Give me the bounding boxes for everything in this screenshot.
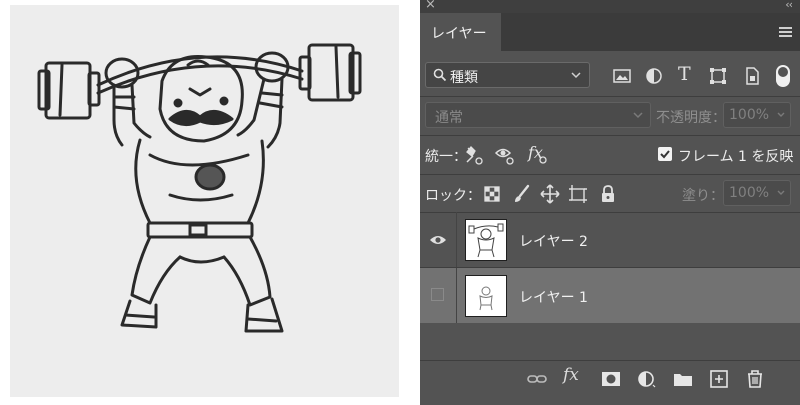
lock-transparent-icon[interactable] xyxy=(482,184,502,204)
tab-bar: レイヤー xyxy=(420,13,800,51)
fill-label: 塗り： xyxy=(682,188,724,204)
type-filter-icon[interactable]: T xyxy=(678,63,698,85)
blend-mode-value: 通常 xyxy=(435,110,463,126)
layer-thumbnail xyxy=(465,275,507,317)
lock-position-icon[interactable] xyxy=(540,184,560,204)
add-mask-icon[interactable] xyxy=(600,369,622,389)
layer-thumbnail-drawing xyxy=(479,286,493,311)
hamburger-menu-icon[interactable] xyxy=(779,27,792,37)
divider xyxy=(420,174,800,175)
smart-object-filter-icon[interactable] xyxy=(742,66,762,86)
collapse-panel-icon[interactable]: ‹‹ xyxy=(785,0,793,12)
checkmark-icon xyxy=(660,150,670,159)
weightlifter-sketch xyxy=(37,43,362,333)
unify-position-icon[interactable] xyxy=(464,144,486,166)
fill-value: 100% xyxy=(729,185,770,201)
unify-label: 統一： xyxy=(425,149,467,165)
layer-name[interactable]: レイヤー 1 xyxy=(519,287,588,307)
propagate-frame-label: フレーム 1 を反映 xyxy=(678,149,794,165)
propagate-frame-checkbox[interactable] xyxy=(658,147,672,161)
document-canvas[interactable] xyxy=(0,0,400,405)
new-group-icon[interactable] xyxy=(672,369,694,389)
divider xyxy=(456,212,457,267)
artboard xyxy=(10,5,399,397)
unify-row: 統一： fx フレーム 1 を反映 xyxy=(420,141,800,169)
panel-title-bar: × ‹‹ xyxy=(420,0,800,13)
hidden-visibility-box xyxy=(431,288,444,301)
layer-name[interactable]: レイヤー 2 xyxy=(519,231,588,251)
link-badge-icon xyxy=(539,156,547,164)
layer-thumbnail-drawing xyxy=(468,223,504,258)
divider xyxy=(456,268,457,323)
layers-panel: × ‹‹ レイヤー 種類 T 通常 不透明度： 100% 統一： fx フレーム… xyxy=(420,0,800,405)
layer-row[interactable]: レイヤー 2 xyxy=(420,212,800,267)
link-layers-icon[interactable] xyxy=(526,369,548,389)
unify-visibility-icon[interactable] xyxy=(494,144,516,166)
opacity-label: 不透明度： xyxy=(656,110,726,126)
opacity-field[interactable]: 100% xyxy=(723,102,791,128)
layer-filter-row: 種類 T xyxy=(420,62,800,90)
filter-kind-select[interactable]: 種類 xyxy=(425,62,590,88)
tab-layers[interactable]: レイヤー xyxy=(420,13,501,51)
visibility-toggle[interactable] xyxy=(420,268,455,323)
delete-layer-icon[interactable] xyxy=(744,369,766,389)
filter-toggle[interactable] xyxy=(776,65,790,87)
lock-row: ロック： 塗り： 100% xyxy=(420,180,800,208)
add-style-icon[interactable]: fx xyxy=(563,365,579,385)
adjustment-layer-icon[interactable] xyxy=(636,369,658,389)
visibility-toggle[interactable] xyxy=(420,212,455,267)
opacity-value: 100% xyxy=(729,107,770,123)
eye-icon xyxy=(430,236,446,244)
lock-all-icon[interactable] xyxy=(598,184,618,204)
blend-row: 通常 不透明度： 100% xyxy=(420,102,800,130)
chevron-down-icon xyxy=(777,190,785,195)
layers-bottom-toolbar: fx xyxy=(420,360,800,396)
filter-kind-label: 種類 xyxy=(450,70,478,86)
layer-thumbnail xyxy=(465,219,507,261)
close-panel-icon[interactable]: × xyxy=(425,0,436,12)
new-layer-icon[interactable] xyxy=(708,369,730,389)
lock-label: ロック： xyxy=(425,188,481,204)
lock-image-icon[interactable] xyxy=(512,184,532,204)
divider xyxy=(420,96,800,97)
shape-filter-icon[interactable] xyxy=(708,66,728,86)
image-filter-icon[interactable] xyxy=(612,66,632,86)
divider xyxy=(420,135,800,136)
chevron-down-icon xyxy=(633,112,643,119)
layer-row-selected[interactable]: レイヤー 1 xyxy=(420,268,800,323)
tab-layers-label: レイヤー xyxy=(431,26,487,42)
lock-artboard-icon[interactable] xyxy=(568,184,588,204)
fill-field[interactable]: 100% xyxy=(723,180,791,206)
adjustment-filter-icon[interactable] xyxy=(644,66,664,86)
chevron-down-icon xyxy=(571,72,581,79)
chevron-down-icon xyxy=(777,112,785,117)
blend-mode-select[interactable]: 通常 xyxy=(425,102,651,128)
search-icon xyxy=(433,68,447,82)
